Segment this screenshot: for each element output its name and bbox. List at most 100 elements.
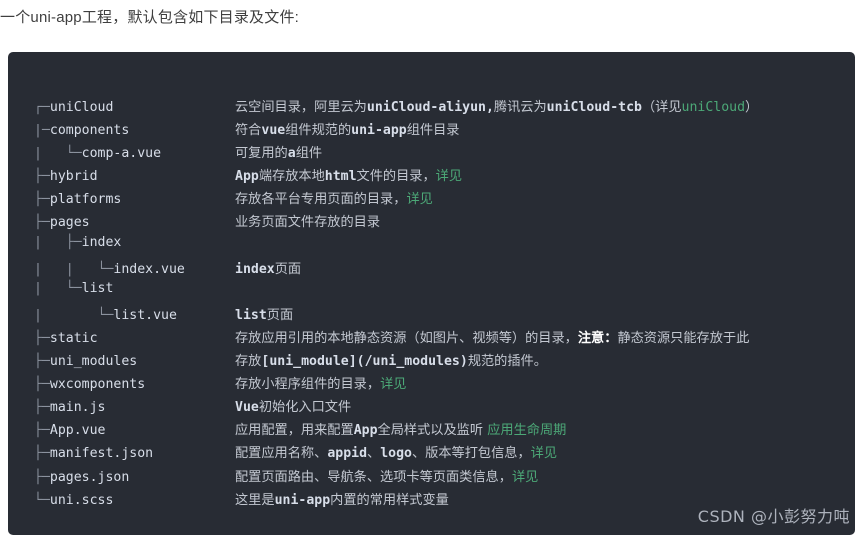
tree-entry-description: 符合vue组件规范的uni-app组件目录 (235, 119, 855, 138)
description-text: 云空间目录，阿里云为 (235, 100, 367, 115)
tree-branch-glyph: | └─ (34, 307, 114, 323)
description-code-token: vue (261, 123, 286, 139)
tree-branch-glyph: ├─ (34, 169, 50, 185)
tree-node-name: uni.scss (49, 492, 114, 508)
description-code-token: App (235, 169, 259, 185)
tree-branch-glyph: ├─ (34, 215, 50, 231)
tree-row: ├─platforms 存放各平台专用页面的目录，详见 (34, 188, 855, 211)
description-text: 存放应用引用的本地静态资源（如图片、视频等）的目录， (235, 330, 578, 346)
tree-row: | └─list.vue list页面 (34, 304, 855, 327)
description-text: 、 (367, 446, 381, 462)
tree-branch-glyph: ├─ (34, 354, 50, 370)
description-link[interactable]: 应用生命周期 (487, 423, 566, 438)
tree-entry-components: |─components (34, 123, 235, 138)
description-code-token: [uni_module](/uni_modules) (261, 354, 468, 370)
description-text: 存放小程序组件的目录， (235, 377, 381, 393)
tree-branch-glyph: | ├─ (34, 234, 82, 250)
description-code-token: list (235, 307, 267, 323)
tree-row: ├─pages.json 配置页面路由、导航条、选项卡等页面类信息，详见 (34, 466, 855, 489)
tree-entry-description: 配置应用名称、appid、logo、版本等打包信息，详见 (235, 442, 855, 461)
tree-row: ├─main.js Vue初始化入口文件 (34, 396, 855, 419)
tree-entry-pages: ├─pages (34, 215, 235, 230)
description-text: 配置页面路由、导航条、选项卡等页面类信息， (235, 469, 512, 485)
tree-node-name: components (49, 123, 130, 139)
tree-entry-uni.scss: └─uni.scss (34, 493, 235, 508)
tree-node-name: wxcomponents (49, 377, 146, 393)
description-link[interactable]: 详见 (531, 446, 557, 461)
tree-entry-manifest.json: ├─manifest.json (34, 446, 235, 461)
tree-node-name: list.vue (113, 307, 177, 323)
tree-row: ├─wxcomponents 存放小程序组件的目录，详见 (34, 373, 855, 396)
description-text: 存放各平台专用页面的目录， (235, 192, 407, 208)
description-link[interactable]: 详见 (436, 169, 462, 184)
tree-branch-glyph: |─ (34, 123, 50, 139)
description-code-token: Vue (235, 400, 259, 416)
tree-entry-description: 云空间目录，阿里云为uniCloud-aliyun,腾讯云为uniCloud-t… (235, 96, 855, 115)
description-text: 组件 (295, 146, 323, 162)
tree-branch-glyph: ├─ (34, 192, 50, 208)
description-text: 规范的插件。 (467, 354, 547, 370)
description-text: 组件规范的 (285, 123, 352, 139)
tree-entry-list: | └─list (34, 281, 235, 296)
description-text: （详见 (641, 100, 682, 115)
tree-entry-description: 存放小程序组件的目录，详见 (235, 373, 855, 392)
tree-entry-uni_modules: ├─uni_modules (34, 354, 235, 369)
tree-row: | | └─index.vue index页面 (34, 258, 855, 281)
tree-node-name: manifest.json (49, 446, 154, 462)
tree-entry-index: | ├─index (34, 235, 235, 250)
description-text: 端存放本地 (258, 169, 325, 185)
tree-row: ├─hybrid App端存放本地html文件的目录，详见 (34, 165, 855, 188)
description-text: 内置的常用样式变量 (330, 492, 449, 508)
description-code-token: uniCloud-tcb (546, 100, 642, 115)
description-code-token: uni-app (274, 492, 331, 508)
tree-node-name: platforms (49, 192, 122, 208)
description-text: 全局样式以及监听 (377, 423, 488, 439)
description-link[interactable]: 详见 (406, 192, 432, 207)
tree-branch-glyph: | └─ (34, 280, 82, 296)
tree-node-name: uniCloud (49, 100, 114, 115)
tree-row: ├─uni_modules 存放[uni_module](/uni_modules… (34, 350, 855, 373)
tree-entry-description: Vue初始化入口文件 (235, 396, 855, 415)
tree-entry-description: 存放[uni_module](/uni_modules)规范的插件。 (235, 350, 855, 369)
directory-tree-list: ┌─uniCloud 云空间目录，阿里云为uniCloud-aliyun,腾讯云为… (34, 96, 855, 512)
tree-row: ┌─uniCloud 云空间目录，阿里云为uniCloud-aliyun,腾讯云为… (34, 96, 855, 119)
tree-node-name: static (49, 330, 98, 346)
description-text: 腾讯云为 (493, 100, 547, 115)
description-text: 组件目录 (406, 123, 460, 139)
tree-row: ├─pages 业务页面文件存放的目录 (34, 211, 855, 234)
tree-entry-description: list页面 (235, 304, 855, 323)
description-text: 业务页面文件存放的目录 (235, 215, 381, 231)
tree-entry-App.vue: ├─App.vue (34, 423, 235, 438)
tree-branch-glyph: ├─ (34, 400, 50, 416)
tree-entry-description: 可复用的a组件 (235, 142, 855, 161)
code-block-directory-structure: ┌─uniCloud 云空间目录，阿里云为uniCloud-aliyun,腾讯云为… (8, 52, 855, 535)
tree-node-name: App.vue (49, 423, 106, 439)
tree-entry-description: 应用配置，用来配置App全局样式以及监听 应用生命周期 (235, 419, 855, 438)
tree-branch-glyph: | | └─ (34, 261, 114, 277)
description-link[interactable]: uniCloud (682, 100, 746, 115)
tree-node-name: pages.json (49, 469, 130, 485)
tree-node-name: main.js (49, 400, 106, 416)
tree-node-name: comp-a.vue (81, 146, 162, 162)
description-link[interactable]: 详见 (512, 470, 538, 485)
description-text: 页面 (274, 261, 302, 277)
description-text: 、版本等打包信息， (411, 446, 531, 462)
tree-entry-uniCloud: ┌─uniCloud (34, 100, 235, 115)
description-text: 配置应用名称、 (235, 446, 328, 462)
tree-entry-list.vue: | └─list.vue (34, 308, 235, 323)
description-link[interactable]: 详见 (380, 377, 406, 392)
description-code-token: uni-app (351, 123, 407, 139)
description-code-token: logo (380, 446, 412, 462)
tree-row: |─components 符合vue组件规范的uni-app组件目录 (34, 119, 855, 142)
tree-entry-description: index页面 (235, 258, 855, 277)
tree-entry-description: 配置页面路由、导航条、选项卡等页面类信息，详见 (235, 466, 855, 485)
description-code-token: appid (327, 446, 368, 462)
description-code-token: uniCloud-aliyun, (366, 100, 494, 115)
description-code-token: a (287, 146, 296, 162)
tree-node-name: pages (49, 215, 90, 231)
tree-entry-comp-a.vue: | └─comp-a.vue (34, 146, 235, 161)
page-intro-text: 一个uni-app工程，默认包含如下目录及文件: (0, 9, 300, 26)
description-code-token: index (235, 261, 275, 277)
tree-row: | └─list (34, 281, 855, 304)
description-text: 这里是 (235, 492, 275, 508)
